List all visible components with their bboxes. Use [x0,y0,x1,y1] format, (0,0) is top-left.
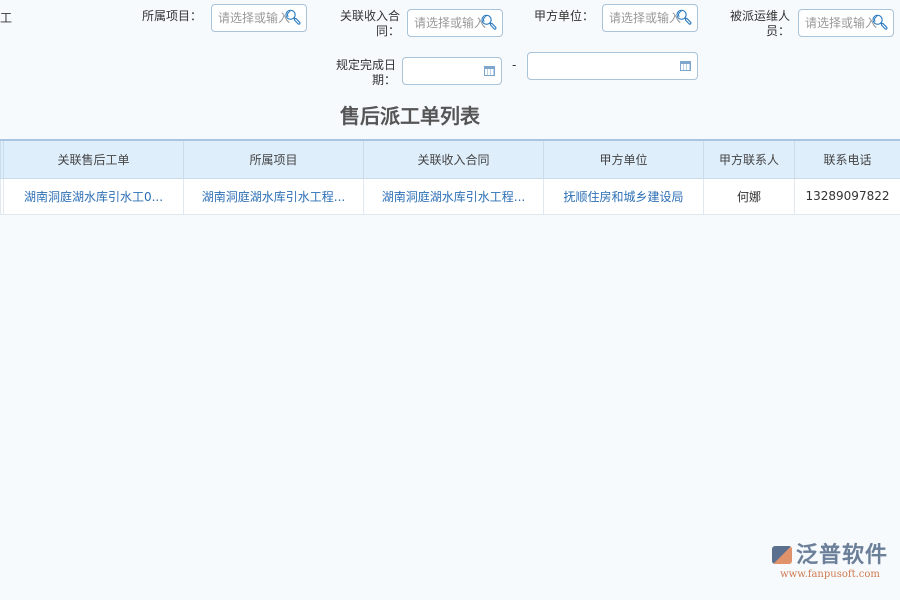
page-title: 售后派工单列表 [0,100,820,129]
staff-label: 被派运维人员： [710,9,790,39]
fanpu-logo: 泛普软件 www.fanpusoft.com [772,537,888,580]
col-header-project[interactable]: 所属项目 [184,140,364,178]
staff-input[interactable]: 请选择或输入🔍︎ [798,9,894,37]
order-link[interactable]: 湖南洞庭湖水库引水工0... [4,178,184,214]
col-header-party-a[interactable]: 甲方单位 [544,140,704,178]
table-row[interactable]: 湖南洞庭湖水库引水工0... 湖南洞庭湖水库引水工程... 湖南洞庭湖水库引水工… [1,178,900,214]
work-order-table: 关联售后工单 所属项目 关联收入合同 甲方单位 甲方联系人 联系电话 湖南洞庭湖… [0,139,900,215]
due-date-end-input[interactable] [527,52,698,80]
truncated-label: 工 [0,9,12,26]
col-header-order[interactable]: 关联售后工单 [4,140,184,178]
calendar-icon[interactable] [484,66,495,76]
search-icon[interactable]: 🔍︎ [480,10,498,36]
project-input[interactable]: 请选择或输入🔍︎ [211,4,307,32]
party-a-input[interactable]: 请选择或输入🔍︎ [602,4,698,32]
contract-input[interactable]: 请选择或输入🔍︎ [407,9,503,37]
col-header-phone[interactable]: 联系电话 [795,140,900,178]
col-header-contact[interactable]: 甲方联系人 [704,140,795,178]
contract-link[interactable]: 湖南洞庭湖水库引水工程... [364,178,544,214]
calendar-icon[interactable] [680,61,691,71]
party-a-link[interactable]: 抚顺住房和城乡建设局 [544,178,704,214]
due-date-start-input[interactable] [402,57,502,85]
table-header-row: 关联售后工单 所属项目 关联收入合同 甲方单位 甲方联系人 联系电话 [1,140,900,178]
phone-cell: 13289097822 [795,178,900,214]
logo-mark-icon [772,546,792,564]
project-label: 所属项目： [130,9,202,24]
project-link[interactable]: 湖南洞庭湖水库引水工程... [184,178,364,214]
date-separator: - [512,58,516,72]
due-date-label: 规定完成日期： [316,58,396,88]
search-icon[interactable]: 🔍︎ [871,10,889,36]
col-header-contract[interactable]: 关联收入合同 [364,140,544,178]
search-icon[interactable]: 🔍︎ [284,5,302,31]
party-a-label: 甲方单位： [520,9,594,24]
contract-label: 关联收入合同： [320,9,400,39]
contact-cell: 何娜 [704,178,795,214]
search-icon[interactable]: 🔍︎ [675,5,693,31]
